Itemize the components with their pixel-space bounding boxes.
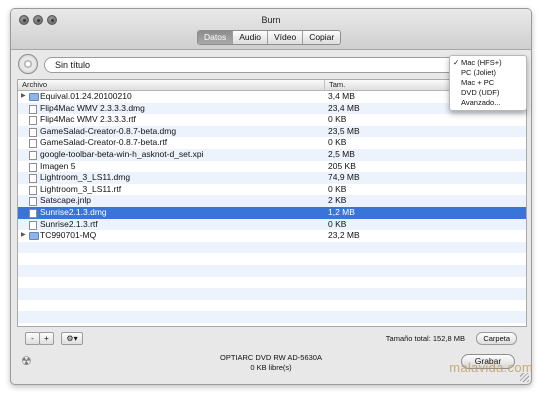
format-menu-item[interactable]: PC (Joliet)	[450, 68, 526, 78]
file-size: 23,5 MB	[328, 125, 360, 136]
file-name: Equival.01.24.20100210	[40, 91, 132, 101]
file-size: 0 KB	[328, 114, 347, 125]
folder-icon	[29, 232, 39, 241]
file-name: TC990701-MQ	[40, 230, 97, 241]
file-icon	[29, 185, 37, 195]
format-menu-label: PC (Joliet)	[461, 68, 497, 77]
window-title: Burn	[261, 15, 281, 25]
file-row[interactable]: Lightroom_3_LS11.dmg 74,9 MB	[18, 172, 526, 184]
file-size: 1,2 MB	[328, 206, 355, 217]
file-row[interactable]: GameSalad-Creator-0.8.7-beta.rtf 0 KB	[18, 137, 526, 149]
empty-row	[18, 288, 526, 300]
empty-row	[18, 277, 526, 289]
column-header-size[interactable]: Tam.	[324, 80, 345, 90]
disclosure-triangle-icon[interactable]: ▶	[21, 91, 26, 103]
file-name: google-toolbar-beta-win-h_asknot-d_set.x…	[40, 148, 204, 159]
tab-video[interactable]: Vídeo	[267, 31, 304, 44]
disc-icon	[18, 54, 38, 74]
file-size: 23,4 MB	[328, 102, 360, 113]
folder-icon	[29, 93, 39, 101]
format-menu-item[interactable]: Avanzado...	[450, 98, 526, 108]
file-size: 2,5 MB	[328, 148, 355, 159]
file-size: 0 KB	[328, 137, 347, 148]
empty-row	[18, 241, 526, 254]
file-row[interactable]: Satscape.jnlp 2 KB	[18, 195, 526, 207]
file-icon	[29, 139, 37, 149]
file-name: GameSalad-Creator-0.8.7-beta.rtf	[40, 137, 168, 148]
tab-datos[interactable]: Datos	[198, 31, 234, 44]
file-name: Flip4Mac WMV 2.3.3.3.dmg	[40, 102, 145, 113]
format-menu-label: DVD (UDF)	[461, 88, 500, 97]
file-row[interactable]: GameSalad-Creator-0.8.7-beta.dmg 23,5 MB	[18, 125, 526, 138]
file-row[interactable]: Flip4Mac WMV 2.3.3.3.rtf 0 KB	[18, 114, 526, 126]
file-rows: ▶ Equival.01.24.20100210 3,4 MB Flip4Mac WM…	[18, 91, 526, 323]
file-size: 0 KB	[328, 218, 347, 229]
file-icon	[29, 208, 37, 218]
watermark: malavida.com	[449, 360, 533, 375]
file-size: 205 KB	[328, 160, 356, 171]
file-row[interactable]: Imagen 5 205 KB	[18, 161, 526, 173]
file-name: Sunrise2.1.3.rtf	[40, 218, 98, 229]
disclosure-triangle-icon[interactable]: ▶	[21, 230, 26, 242]
format-menu-label: Avanzado...	[461, 98, 501, 107]
file-icon	[29, 116, 37, 126]
format-menu-item[interactable]: Mac + PC	[450, 78, 526, 88]
title-bar: Burn Datos Audio Vídeo Copiar	[11, 9, 531, 50]
file-icon	[29, 197, 37, 207]
file-icon	[29, 104, 37, 114]
remove-button[interactable]: -	[25, 332, 40, 345]
format-menu-label: Mac + PC	[461, 78, 495, 87]
file-name: Imagen 5	[40, 160, 76, 171]
format-popup-menu: ✓ Mac (HFS+) PC (Joliet) Mac + PC DVD (UDF) A…	[449, 55, 527, 111]
file-icon	[29, 127, 37, 137]
file-icon	[29, 220, 37, 230]
tab-audio[interactable]: Audio	[233, 31, 268, 44]
format-menu-label: Mac (HFS+)	[461, 58, 502, 67]
format-menu-item[interactable]: DVD (UDF)	[450, 88, 526, 98]
file-icon	[29, 150, 37, 160]
file-icon	[29, 174, 37, 184]
file-name: Satscape.jnlp	[40, 195, 92, 206]
file-row[interactable]: google-toolbar-beta-win-h_asknot-d_set.x…	[18, 148, 526, 161]
file-size: 2 KB	[328, 195, 347, 206]
add-button[interactable]: +	[39, 332, 54, 345]
mode-tabs: Datos Audio Vídeo Copiar	[197, 30, 342, 45]
file-size: 3,4 MB	[328, 91, 355, 101]
file-size: 23,2 MB	[328, 230, 360, 241]
disc-title-field[interactable]: Sin título	[44, 57, 518, 73]
checkmark-icon: ✓	[453, 58, 460, 67]
empty-row	[18, 300, 526, 312]
file-name: Flip4Mac WMV 2.3.3.3.rtf	[40, 114, 136, 125]
list-toolbar: - + ⚙▾ Tamaño total: 152,8 MB Carpeta	[17, 327, 525, 347]
file-row[interactable]: Sunrise2.1.3.rtf 0 KB	[18, 218, 526, 231]
file-size: 74,9 MB	[328, 172, 360, 183]
file-list[interactable]: Archivo Tam. ▶ Equival.01.24.20100210 3,4 …	[17, 79, 527, 327]
file-name: Lightroom_3_LS11.rtf	[40, 183, 122, 194]
total-size-label: Tamaño total: 152,8 MB	[385, 334, 465, 343]
file-name: Sunrise2.1.3.dmg	[40, 206, 107, 217]
file-size: 0 KB	[328, 183, 347, 194]
column-header-name[interactable]: Archivo	[22, 80, 47, 90]
file-name: Lightroom_3_LS11.dmg	[40, 172, 131, 183]
file-row[interactable]: Lightroom_3_LS11.rtf 0 KB	[18, 184, 526, 196]
gear-menu-button[interactable]: ⚙▾	[61, 332, 83, 345]
file-name: GameSalad-Creator-0.8.7-beta.dmg	[40, 125, 177, 136]
file-icon	[29, 162, 37, 172]
empty-row	[18, 264, 526, 277]
format-menu-item[interactable]: ✓ Mac (HFS+)	[450, 58, 526, 68]
empty-row	[18, 253, 526, 265]
tab-copiar[interactable]: Copiar	[303, 31, 341, 44]
empty-row	[18, 311, 526, 323]
file-row[interactable]: Sunrise2.1.3.dmg 1,2 MB	[18, 206, 526, 219]
folder-button[interactable]: Carpeta	[476, 332, 517, 345]
file-row[interactable]: ▶ TC990701-MQ 23,2 MB	[18, 230, 526, 242]
